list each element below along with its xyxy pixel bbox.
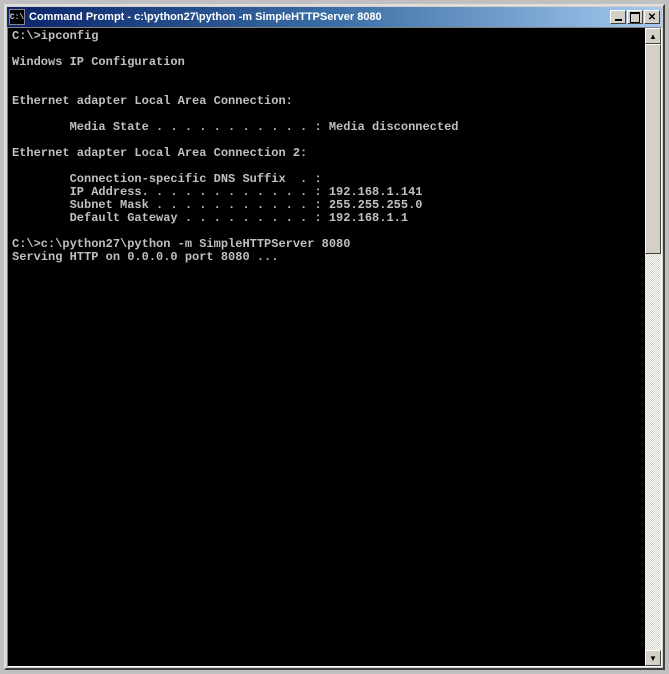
- close-button[interactable]: ✕: [644, 10, 660, 24]
- window-controls: ✕: [610, 10, 660, 24]
- scrollbar-thumb[interactable]: [645, 44, 661, 254]
- console-output[interactable]: C:\>ipconfig Windows IP Configuration Et…: [8, 28, 645, 666]
- titlebar[interactable]: C:\ Command Prompt - c:\python27\python …: [7, 7, 662, 27]
- scrollbar-track[interactable]: [645, 44, 661, 650]
- vertical-scrollbar[interactable]: ▲ ▼: [645, 28, 661, 666]
- command-prompt-window: C:\ Command Prompt - c:\python27\python …: [4, 4, 665, 670]
- app-icon[interactable]: C:\: [9, 9, 25, 25]
- minimize-button[interactable]: [610, 10, 626, 24]
- client-area: C:\>ipconfig Windows IP Configuration Et…: [7, 27, 662, 667]
- scroll-down-button[interactable]: ▼: [645, 650, 661, 666]
- scroll-up-button[interactable]: ▲: [645, 28, 661, 44]
- maximize-button[interactable]: [627, 10, 643, 24]
- window-title: Command Prompt - c:\python27\python -m S…: [29, 11, 610, 23]
